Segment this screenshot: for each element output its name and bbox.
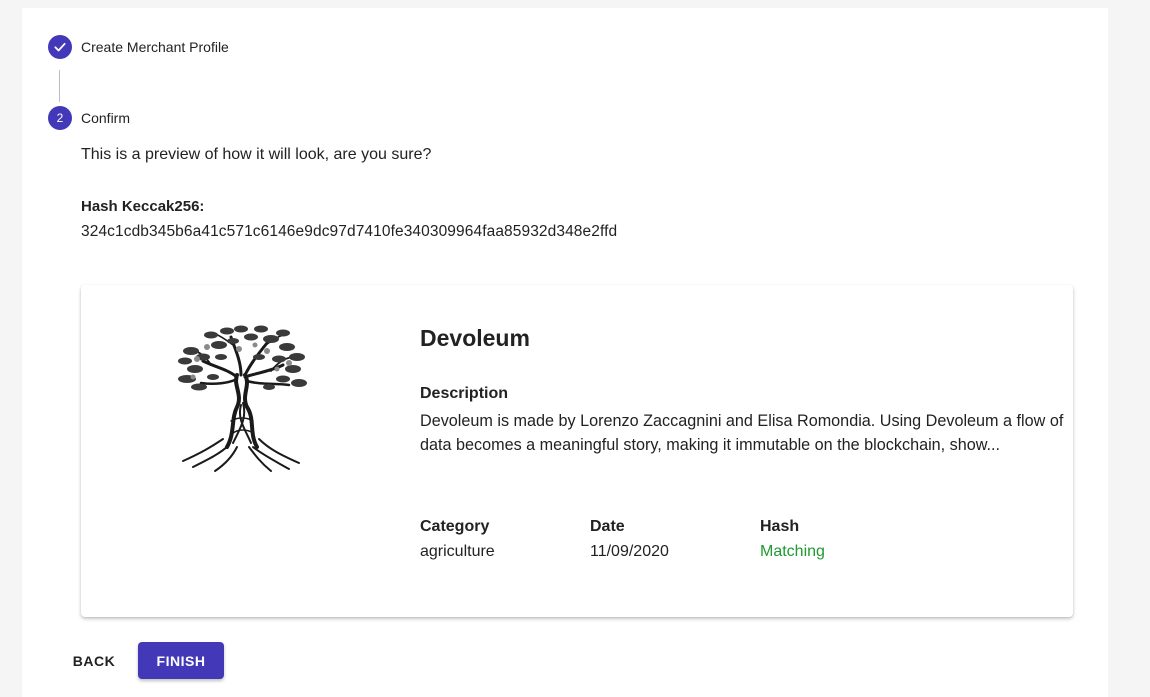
hash-value: 324c1cdb345b6a41c571c6146e9dc97d7410fe34… bbox=[81, 223, 618, 240]
olive-tree-image bbox=[178, 325, 307, 472]
step-label-create-merchant-profile: Create Merchant Profile bbox=[81, 39, 229, 55]
hash-title: Hash Keccak256: bbox=[81, 198, 205, 215]
date-value: 11/09/2020 bbox=[590, 543, 669, 560]
date-field: Date 11/09/2020 bbox=[590, 517, 669, 561]
hash-field: Hash Matching bbox=[760, 517, 825, 561]
check-icon bbox=[54, 42, 66, 52]
preview-card: Devoleum Description Devoleum is made by… bbox=[81, 285, 1073, 617]
back-button[interactable]: BACK bbox=[62, 642, 126, 679]
description-label: Description bbox=[420, 385, 509, 402]
hash-label: Hash bbox=[760, 518, 800, 535]
step-number-badge: 2 bbox=[48, 106, 72, 130]
finish-button[interactable]: FINISH bbox=[138, 642, 224, 679]
category-value: agriculture bbox=[420, 543, 495, 560]
hash-status: Matching bbox=[760, 543, 825, 560]
step-connector bbox=[59, 70, 60, 102]
step-completed-icon bbox=[48, 35, 72, 59]
stepper-panel: Create Merchant Profile 2 Confirm This i… bbox=[22, 8, 1108, 697]
date-label: Date bbox=[590, 518, 625, 535]
description-text: Devoleum is made by Lorenzo Zaccagnini a… bbox=[420, 412, 1064, 454]
preview-text: This is a preview of how it will look, a… bbox=[81, 146, 432, 163]
card-title: Devoleum bbox=[420, 325, 530, 351]
step-label-confirm: Confirm bbox=[81, 110, 131, 126]
category-field: Category agriculture bbox=[420, 517, 495, 561]
category-label: Category bbox=[420, 518, 490, 535]
